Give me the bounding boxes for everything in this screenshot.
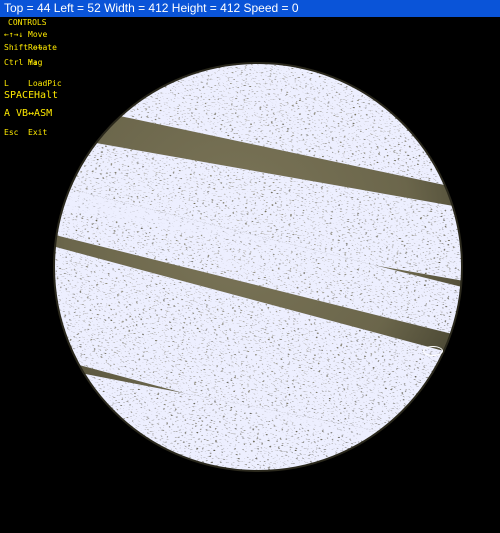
title-bar[interactable]: Top = 44 Left = 52 Width = 412 Height = … (0, 0, 500, 17)
app-window: Top = 44 Left = 52 Width = 412 Height = … (0, 0, 500, 533)
controls-header: CONTROLS (8, 18, 47, 27)
title-text: Top = 44 Left = 52 Width = 412 Height = … (4, 1, 299, 15)
esc-key: Esc (4, 128, 19, 137)
arrows-icon: ←↑→↓ (4, 30, 24, 39)
control-exit-label: Exit (28, 128, 48, 137)
a-key: A (4, 108, 11, 119)
l-key: L (4, 79, 9, 88)
control-move-label: Move (28, 30, 48, 39)
control-asm-label: VB↔ASM (16, 108, 53, 119)
cursor-ellipse[interactable] (423, 346, 443, 356)
control-mag-label: Mag (28, 58, 43, 67)
space-key: SPACE (4, 90, 35, 101)
planet-view[interactable] (52, 61, 464, 473)
planet-sphere[interactable] (52, 61, 464, 473)
control-rotate-label: Rotate (28, 43, 57, 52)
